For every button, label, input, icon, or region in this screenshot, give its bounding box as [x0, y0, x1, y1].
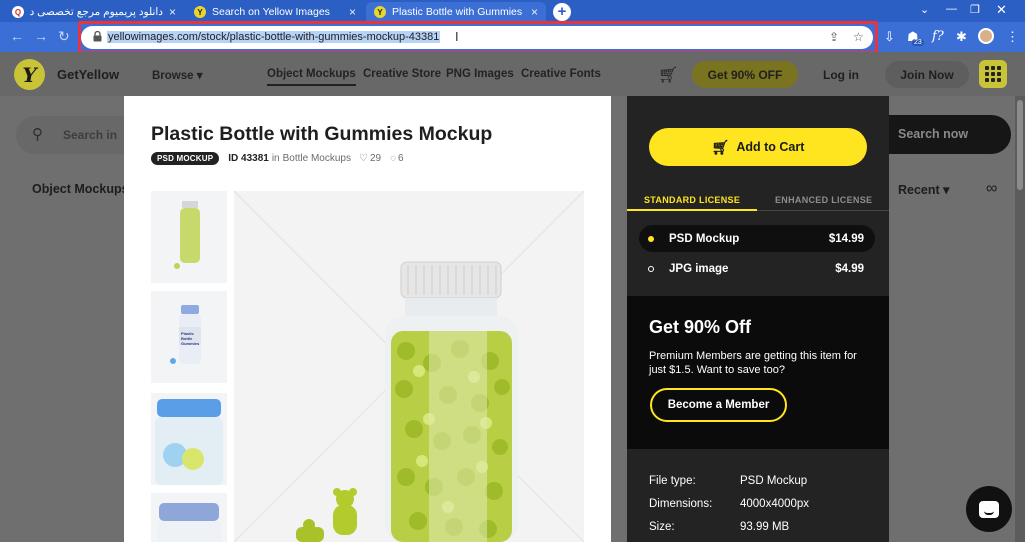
- brand-name[interactable]: GetYellow: [57, 67, 119, 82]
- url-highlight-box: [78, 21, 878, 54]
- category-link[interactable]: Bottle Mockups: [283, 153, 351, 164]
- radio-selected-icon: [648, 235, 654, 242]
- product-meta: PSD MOCKUP ID 43381 in Bottle Mockups ♡ …: [151, 152, 413, 165]
- infinite-scroll-icon[interactable]: ∞: [986, 180, 997, 198]
- promo-text: Premium Members are getting this item fo…: [649, 350, 857, 376]
- login-button[interactable]: Log in: [807, 61, 875, 88]
- tab-search-yellow-images[interactable]: Y Search on Yellow Images ×: [186, 2, 364, 22]
- like-icon[interactable]: ♡: [359, 153, 368, 164]
- option-price: $4.99: [835, 262, 864, 275]
- promo-title: Get 90% Off: [649, 317, 752, 337]
- become-member-button[interactable]: Become a Member: [650, 388, 787, 422]
- site-header: Y GetYellow Browse ▾ Object Mockups Crea…: [0, 52, 1025, 96]
- option-price: $14.99: [828, 232, 864, 245]
- add-to-cart-button[interactable]: 🛒︎ Add to Cart: [649, 128, 867, 166]
- extension-badge: 23: [912, 39, 924, 46]
- browse-menu[interactable]: Browse ▾: [152, 68, 203, 82]
- main-product-image[interactable]: [234, 191, 584, 542]
- site-favicon-icon: Q: [12, 6, 24, 18]
- nav-object-mockups[interactable]: Object Mockups: [267, 68, 356, 86]
- product-modal: Plastic Bottle with Gummies Mockup PSD M…: [124, 96, 611, 542]
- thumbnail-bottle-label: Plastic Bottle Gummies: [181, 331, 200, 346]
- nav-creative-store[interactable]: Creative Store: [363, 68, 441, 80]
- yellow-images-favicon-icon: Y: [374, 6, 386, 18]
- profile-avatar[interactable]: [978, 28, 994, 44]
- thumbnail-1[interactable]: [151, 191, 227, 283]
- sort-recent-dropdown[interactable]: Recent ▾: [898, 182, 949, 197]
- psd-mockup-badge: PSD MOCKUP: [151, 152, 220, 165]
- reload-icon[interactable]: ↻: [58, 28, 70, 45]
- close-tab-icon[interactable]: ×: [169, 5, 176, 19]
- nav-png-images[interactable]: PNG Images: [446, 68, 514, 80]
- like-count: 29: [369, 153, 382, 164]
- puzzle-extensions-icon[interactable]: ✱: [956, 29, 967, 45]
- apps-grid-icon[interactable]: [979, 60, 1007, 88]
- yellow-images-favicon-icon: Y: [194, 6, 206, 18]
- restore-icon[interactable]: ❐: [970, 3, 980, 16]
- tab-plastic-bottle[interactable]: Y Plastic Bottle with Gummies Moc ×: [366, 2, 546, 22]
- thumbnail-3[interactable]: [151, 393, 227, 485]
- product-id: ID 43381: [228, 153, 269, 164]
- product-title: Plastic Bottle with Gummies Mockup: [151, 123, 493, 145]
- getyellow-logo-icon[interactable]: Y: [14, 59, 45, 90]
- window-close-icon[interactable]: ✕: [996, 2, 1007, 18]
- chat-icon: [979, 500, 999, 518]
- filter-object-mockups[interactable]: Object Mockups: [32, 182, 129, 196]
- download-icon[interactable]: ⇩: [884, 29, 895, 45]
- comment-icon[interactable]: ◌: [390, 153, 396, 164]
- spec-dimensions: Dimensions: 4000x4000px: [649, 498, 810, 510]
- comment-count: 6: [398, 153, 404, 164]
- option-jpg-image[interactable]: JPG image $4.99: [639, 255, 875, 282]
- search-now-button[interactable]: Search now: [889, 115, 1011, 154]
- spec-file-type: File type: PSD Mockup: [649, 475, 808, 487]
- formula-extension-icon[interactable]: f?: [932, 29, 944, 44]
- close-tab-icon[interactable]: ×: [349, 5, 356, 19]
- browser-tab-strip: Q دانلود پریمیوم مرجع تخصصی دانلود × Y S…: [0, 0, 1025, 22]
- forward-arrow-icon[interactable]: →: [34, 28, 48, 44]
- promo-box: Get 90% Off Premium Members are getting …: [627, 296, 889, 449]
- get-90-off-button[interactable]: Get 90% OFF: [692, 61, 798, 88]
- menu-kebab-icon[interactable]: ⋮: [1006, 29, 1019, 45]
- scrollbar-thumb[interactable]: [1017, 100, 1023, 190]
- tab-standard-license[interactable]: STANDARD LICENSE: [644, 195, 740, 205]
- thumbnail-2[interactable]: Plastic Bottle Gummies: [151, 291, 227, 383]
- gummies-bottle-illustration: [234, 191, 584, 542]
- option-psd-mockup[interactable]: PSD Mockup $14.99: [639, 225, 875, 252]
- cart-icon: 🛒︎: [711, 138, 730, 155]
- chat-widget-button[interactable]: [966, 486, 1012, 532]
- nav-creative-fonts[interactable]: Creative Fonts: [521, 68, 601, 80]
- thumbnail-4[interactable]: [151, 493, 227, 542]
- search-input[interactable]: Search in: [63, 128, 117, 142]
- purchase-panel: 🛒︎ Add to Cart STANDARD LICENSE ENHANCED…: [627, 96, 889, 542]
- cart-icon[interactable]: 🛒︎: [658, 65, 678, 85]
- search-icon: ⚲: [32, 126, 43, 143]
- back-arrow-icon[interactable]: ←: [10, 28, 24, 44]
- join-now-button[interactable]: Join Now: [885, 61, 969, 88]
- tab-persian-site[interactable]: Q دانلود پریمیوم مرجع تخصصی دانلود ×: [4, 2, 184, 22]
- tab-enhanced-license[interactable]: ENHANCED LICENSE: [775, 195, 872, 205]
- new-tab-button[interactable]: +: [553, 3, 571, 21]
- minimize-icon[interactable]: —: [946, 3, 957, 15]
- tab-search-icon[interactable]: ⌄: [920, 3, 929, 16]
- spec-size: Size: 93.99 MB: [649, 521, 790, 533]
- license-active-indicator: [627, 209, 757, 211]
- close-tab-icon[interactable]: ×: [531, 5, 538, 19]
- radio-unselected-icon: [648, 265, 654, 272]
